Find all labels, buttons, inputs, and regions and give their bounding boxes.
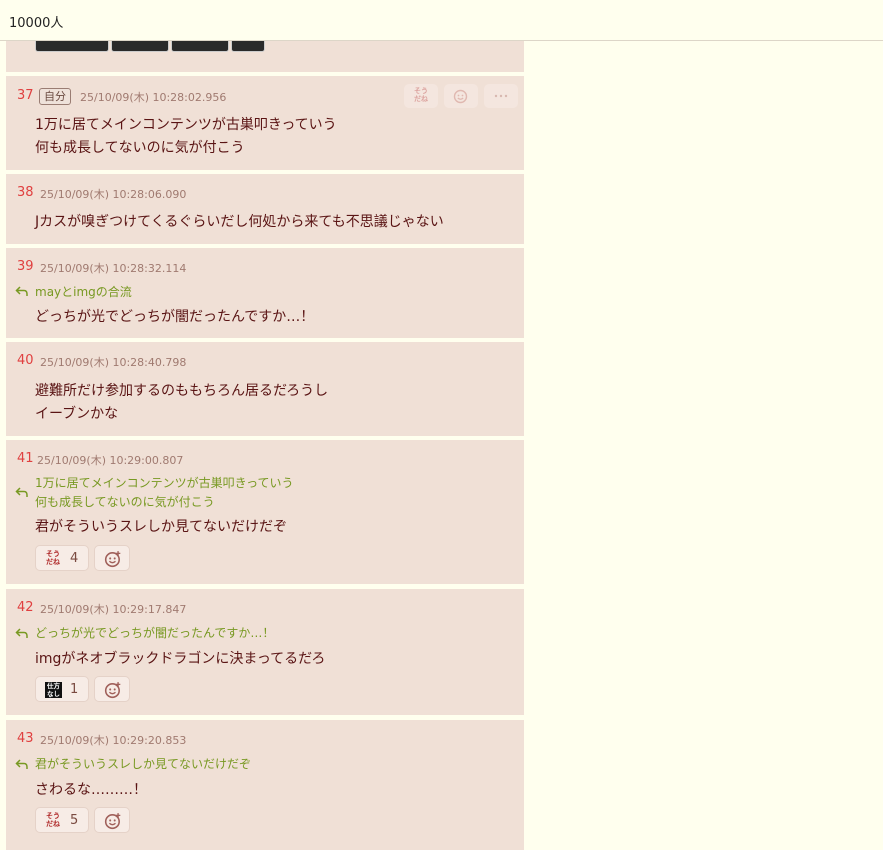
post-date: 25/10/09(木) 10:28:06.090 [40, 188, 187, 201]
post-body-line: 1万に居てメインコンテンツが古巣叩きっていう [35, 117, 337, 133]
reaction-count: 5 [70, 813, 79, 828]
post-body-line: さわるな………！ [35, 782, 147, 798]
top-bar: 10000人 [0, 0, 883, 41]
reaction-count: 4 [70, 551, 79, 566]
sodane-icon: そう だね [414, 87, 428, 103]
quote-line[interactable]: どっちが光でどっちが闇だったんですか…！ [35, 624, 274, 641]
post-body-line: 何も成長してないのに気が付こう [35, 140, 245, 156]
post-date: 25/10/09(木) 10:29:17.847 [40, 603, 187, 616]
more-button[interactable] [484, 84, 518, 108]
post-39: 39 25/10/09(木) 10:28:32.114 mayとimgの合流 ど… [6, 248, 524, 338]
reply-arrow-icon [15, 286, 28, 296]
post-body-line: どっちが光でどっちが闇だったんですか…！ [35, 309, 315, 325]
post-number[interactable]: 43 [17, 731, 34, 746]
add-reaction-button[interactable] [94, 676, 130, 702]
post-date: 25/10/09(木) 10:28:02.956 [80, 91, 227, 104]
sodane-button[interactable]: そう だね [404, 84, 438, 108]
sodane-icon: そう だね [46, 812, 60, 828]
reaction-shikatanashi[interactable]: 仕方 なし 1 [35, 676, 89, 702]
page-title: 10000人 [9, 16, 64, 31]
post-body-line: イーブンかな [35, 406, 119, 422]
post-body-line: 避難所だけ参加するのももちろん居るだろうし [35, 383, 329, 399]
emoji-add-icon [104, 551, 121, 568]
emoji-add-icon [104, 813, 121, 830]
sodane-icon: そう だね [46, 550, 60, 566]
add-reaction-button[interactable] [444, 84, 478, 108]
post-37: 37 自分 25/10/09(木) 10:28:02.956 そう だね 1万に居… [6, 76, 524, 170]
add-reaction-button[interactable] [94, 545, 130, 571]
self-badge: 自分 [39, 88, 71, 105]
post-number[interactable]: 37 [17, 88, 34, 103]
emoji-add-icon [104, 682, 121, 699]
shikatanashi-icon: 仕方 なし [45, 682, 62, 698]
post-number[interactable]: 38 [17, 185, 34, 200]
reaction-sodane[interactable]: そう だね 4 [35, 545, 89, 571]
reply-arrow-icon [15, 759, 28, 769]
post-body-line: 君がそういうスレしか見てないだけだぞ [35, 519, 287, 535]
post-43: 43 25/10/09(木) 10:29:20.853 君がそういうスレしか見て… [6, 720, 524, 850]
reaction-count: 1 [70, 682, 79, 697]
post-41: 41 25/10/09(木) 10:29:00.807 1万に居てメインコンテン… [6, 440, 524, 584]
reply-arrow-icon [15, 487, 28, 497]
post-42: 42 25/10/09(木) 10:29:17.847 どっちが光でどっちが闇だ… [6, 589, 524, 715]
reaction-sodane[interactable]: そう だね 5 [35, 807, 89, 833]
post-40: 40 25/10/09(木) 10:28:40.798 避難所だけ参加するのもも… [6, 342, 524, 436]
post-body-line: Jカスが嗅ぎつけてくるぐらいだし何処から来ても不思議じゃない [35, 214, 444, 230]
post-date: 25/10/09(木) 10:29:20.853 [40, 734, 187, 747]
post-number[interactable]: 41 [17, 451, 34, 466]
quote-line[interactable]: 1万に居てメインコンテンツが古巣叩きっていう [35, 474, 294, 491]
post-date: 25/10/09(木) 10:29:00.807 [37, 454, 184, 467]
post-38: 38 25/10/09(木) 10:28:06.090 Jカスが嗅ぎつけてくるぐ… [6, 174, 524, 244]
post-date: 25/10/09(木) 10:28:40.798 [40, 356, 187, 369]
quote-line[interactable]: mayとimgの合流 [35, 283, 132, 300]
reply-arrow-icon [15, 628, 28, 638]
post-number[interactable]: 40 [17, 353, 34, 368]
quote-line[interactable]: 何も成長してないのに気が付こう [35, 493, 215, 510]
post-date: 25/10/09(木) 10:28:32.114 [40, 262, 187, 275]
add-reaction-button[interactable] [94, 807, 130, 833]
emoji-add-icon [453, 89, 468, 104]
more-dots-icon [494, 94, 508, 98]
post-number[interactable]: 39 [17, 259, 34, 274]
post-body-line: imgがネオブラックドラゴンに決まってるだろ [35, 651, 326, 667]
quote-line[interactable]: 君がそういうスレしか見てないだけだぞ [35, 755, 251, 772]
post-number[interactable]: 42 [17, 600, 34, 615]
